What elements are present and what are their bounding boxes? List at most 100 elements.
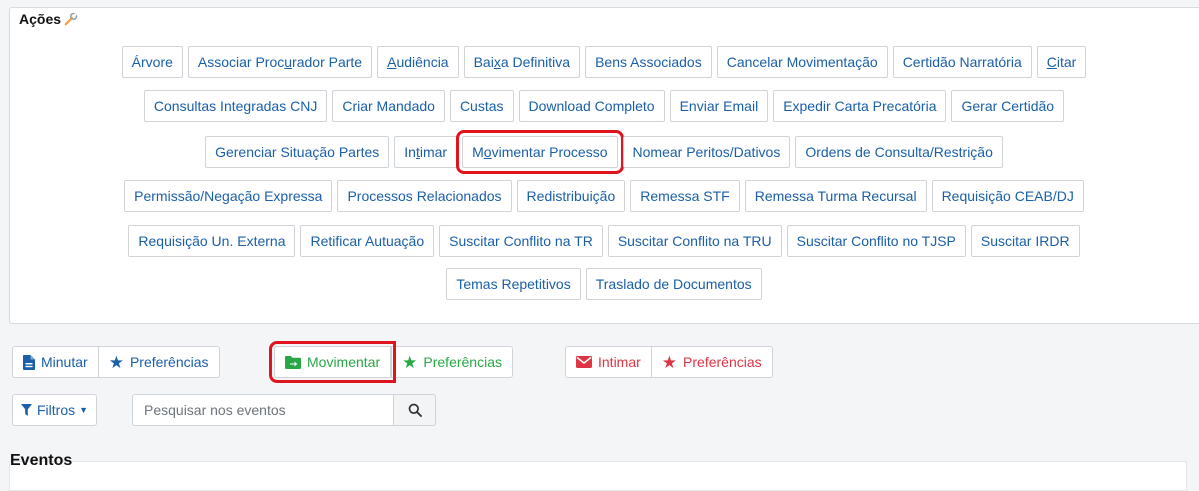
- action-button-expedir-carta-precatoria[interactable]: Expedir Carta Precatória: [773, 90, 947, 122]
- acoes-row: Consultas Integradas CNJ Criar Mandado Cus…: [9, 90, 1199, 122]
- intimar-button[interactable]: Intimar: [565, 346, 652, 378]
- search-input[interactable]: [132, 394, 394, 426]
- action-label: Associar Proc: [197, 54, 285, 70]
- action-button-remessa-turma-recursal[interactable]: Remessa Turma Recursal: [744, 180, 927, 212]
- action-label: Remessa STF: [640, 188, 730, 204]
- action-label: Criar Mandado: [342, 98, 435, 114]
- action-label: M: [472, 144, 484, 160]
- action-button-bens-associados[interactable]: Bens Associados: [585, 46, 712, 78]
- action-button-custas[interactable]: Custas: [449, 90, 514, 122]
- action-button-associar-procurador-parte[interactable]: Associar Proc u rador Parte: [187, 46, 373, 78]
- action-label: Certidão Narratória: [902, 54, 1022, 70]
- action-button-requisicao-un-externa[interactable]: Requisição Un. Externa: [128, 225, 296, 257]
- action-label: a Definitiva: [500, 54, 571, 70]
- action-button-certidao-narratoria[interactable]: Certidão Narratória: [892, 46, 1032, 78]
- action-button-temas-repetitivos[interactable]: Temas Repetitivos: [446, 268, 581, 300]
- action-button-suscitar-conflito-na-tr[interactable]: Suscitar Conflito na TR: [439, 225, 603, 257]
- movimentar-preferences-button[interactable]: ★ Preferências: [391, 346, 513, 378]
- action-button-requisicao-ceab-dj[interactable]: Requisição CEAB/DJ: [931, 180, 1084, 212]
- action-label: Consultas Integradas CNJ: [153, 98, 318, 114]
- action-label: Retificar Autuação: [310, 233, 425, 249]
- action-label: Temas Repetitivos: [456, 276, 571, 292]
- action-button-gerar-certidao[interactable]: Gerar Certidão: [951, 90, 1065, 122]
- file-icon: [23, 354, 35, 370]
- action-label: Cancelar Movimentação: [726, 54, 878, 70]
- intimar-label: Intimar: [598, 354, 641, 370]
- minutar-group: Minutar ★ Preferências: [12, 346, 220, 378]
- eventos-panel: [9, 461, 1187, 491]
- action-label: Custas: [459, 98, 504, 114]
- action-button-movimentar-processo[interactable]: Mo vimentar Processo: [456, 130, 624, 174]
- action-label: Remessa Turma Recursal: [754, 188, 917, 204]
- envelope-icon: [576, 356, 592, 368]
- action-label: Requisição Un. Externa: [138, 233, 286, 249]
- action-button-redistribuicao[interactable]: Redistribuição: [516, 180, 626, 212]
- action-button-download-completo[interactable]: Download Completo: [518, 90, 665, 122]
- acoes-row: Árvore Associar Proc u rador Parte Audiência…: [9, 46, 1199, 78]
- movimentar-button[interactable]: Movimentar: [268, 341, 397, 383]
- action-button-citar[interactable]: Citar: [1036, 46, 1087, 78]
- movimentar-group: Movimentar ★ Preferências: [268, 341, 513, 383]
- action-button-retificar-autuacao[interactable]: Retificar Autuação: [300, 225, 435, 257]
- action-button-suscitar-conflito-no-tjsp[interactable]: Suscitar Conflito no TJSP: [786, 225, 966, 257]
- action-button-suscitar-irdr[interactable]: Suscitar IRDR: [970, 225, 1080, 257]
- accesskey-letter: x: [493, 54, 501, 70]
- action-label: Enviar Email: [679, 98, 759, 114]
- star-icon: ★: [108, 352, 124, 372]
- action-label: Permissão/Negação Expressa: [134, 188, 323, 204]
- acoes-legend: Ações: [17, 11, 81, 27]
- filters-label: Filtros: [37, 402, 76, 418]
- action-button-baixa-definitiva[interactable]: Bai x a Definitiva: [463, 46, 581, 78]
- intimar-group: Intimar ★ Preferências: [565, 346, 773, 378]
- accesskey-letter: A: [387, 54, 397, 70]
- action-button-criar-mandado[interactable]: Criar Mandado: [332, 90, 445, 122]
- action-label: Ordens de Consulta/Restrição: [805, 144, 993, 160]
- action-label: itar: [1056, 54, 1077, 70]
- filter-icon: [21, 404, 32, 416]
- action-button-consultas-integradas-cnj[interactable]: Consultas Integradas CNJ: [143, 90, 328, 122]
- action-button-intimar[interactable]: In t imar: [394, 136, 458, 168]
- action-label: Processos Relacionados: [347, 188, 502, 204]
- star-icon: ★: [402, 352, 418, 372]
- action-button-gerenciar-situacao-partes[interactable]: Gerenciar Situação Partes: [205, 136, 390, 168]
- accesskey-letter: u: [284, 54, 293, 70]
- action-button-permissao-negacao-expressa[interactable]: Permissão/Negação Expressa: [124, 180, 333, 212]
- action-label: Gerar Certidão: [961, 98, 1055, 114]
- acoes-title: Ações: [19, 11, 62, 27]
- action-label: Requisição CEAB/DJ: [941, 188, 1074, 204]
- movimentar-label: Movimentar: [307, 354, 381, 370]
- action-button-enviar-email[interactable]: Enviar Email: [669, 90, 769, 122]
- action-label: udiência: [396, 54, 449, 70]
- action-label: Gerenciar Situação Partes: [215, 144, 380, 160]
- action-label: In: [404, 144, 416, 160]
- minutar-preferences-button[interactable]: ★ Preferências: [98, 346, 220, 378]
- action-label: Suscitar IRDR: [980, 233, 1070, 249]
- action-button-processos-relacionados[interactable]: Processos Relacionados: [337, 180, 512, 212]
- wrench-icon: [64, 12, 78, 26]
- action-button-nomear-peritos-dativos[interactable]: Nomear Peritos/Dativos: [622, 136, 791, 168]
- action-label: Bens Associados: [595, 54, 702, 70]
- action-label: vimentar Processo: [491, 144, 608, 160]
- action-button-suscitar-conflito-na-tru[interactable]: Suscitar Conflito na TRU: [607, 225, 782, 257]
- filters-dropdown-button[interactable]: Filtros ▼: [12, 394, 98, 426]
- action-label: imar: [419, 144, 448, 160]
- action-button-remessa-stf[interactable]: Remessa STF: [630, 180, 740, 212]
- acoes-row: Permissão/Negação Expressa Processos Rela…: [9, 180, 1199, 212]
- preferences-label: Preferências: [129, 354, 209, 370]
- action-label: rador Parte: [292, 54, 363, 70]
- action-button-audiencia[interactable]: Audiência: [377, 46, 459, 78]
- action-label: Bai: [473, 54, 494, 70]
- action-button-ordens-de-consulta-restricao[interactable]: Ordens de Consulta/Restrição: [795, 136, 1003, 168]
- search-button[interactable]: [393, 394, 436, 426]
- action-button-arvore[interactable]: Árvore: [121, 46, 183, 78]
- action-button-cancelar-movimentacao[interactable]: Cancelar Movimentação: [716, 46, 888, 78]
- action-label: Suscitar Conflito na TRU: [617, 233, 772, 249]
- action-button-traslado-de-documentos[interactable]: Traslado de Documentos: [585, 268, 762, 300]
- accesskey-letter: o: [483, 144, 492, 160]
- action-label: Redistribuição: [526, 188, 616, 204]
- action-label: Suscitar Conflito na TR: [449, 233, 593, 249]
- intimar-preferences-button[interactable]: ★ Preferências: [651, 346, 773, 378]
- search-icon: [408, 403, 422, 417]
- minutar-button[interactable]: Minutar: [12, 346, 99, 378]
- acoes-row: Temas Repetitivos Traslado de Documentos: [9, 268, 1199, 300]
